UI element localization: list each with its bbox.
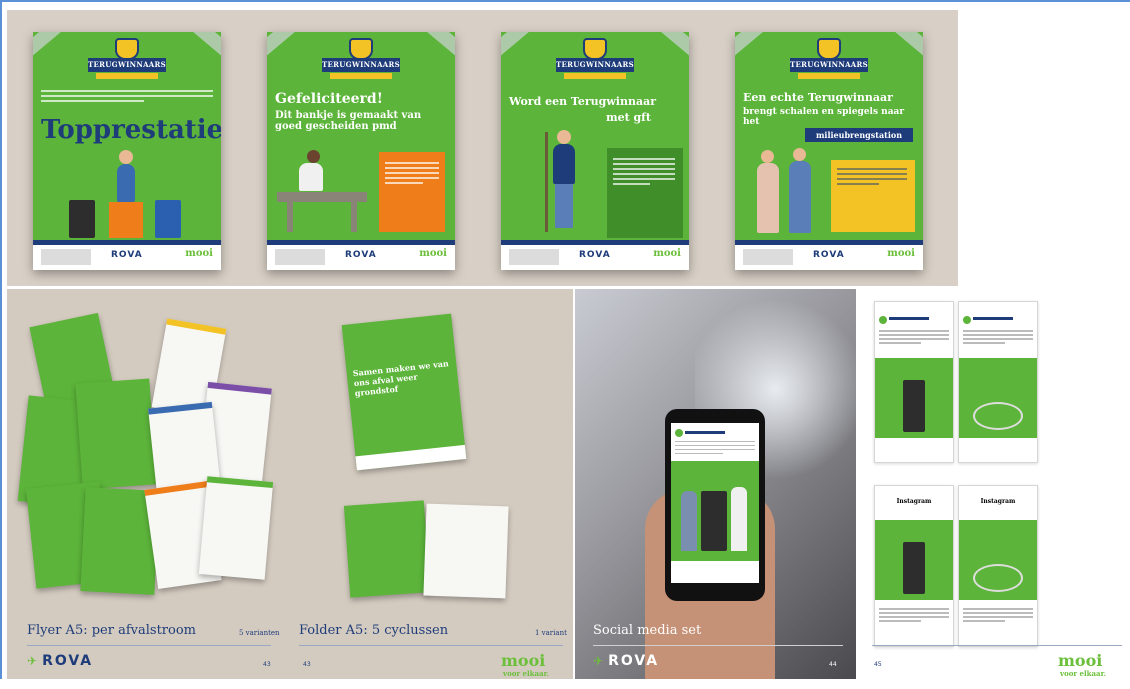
badge-label: TERUGWINNAARS	[88, 58, 166, 72]
poster-subtitle: brengt schalen en spiegels naar het	[743, 107, 905, 127]
social-posts-panel: Instagram Instagram 45 mooivoor elkaar.	[858, 289, 1130, 679]
flyer-caption: Flyer A5: per afvalstroom	[27, 623, 196, 638]
person-head	[119, 150, 133, 164]
flyer-variants: 5 varianten	[239, 629, 280, 637]
poster-headline: Word een Terugwinnaar	[509, 95, 657, 108]
bicycle	[973, 402, 1023, 430]
person-body	[117, 164, 135, 202]
podium	[109, 202, 143, 238]
person-head	[793, 148, 806, 161]
mooi-logo: mooivoor elkaar.	[1058, 651, 1107, 678]
folder-caption: Folder A5: 5 cyclussen	[299, 623, 449, 638]
flyer	[75, 378, 157, 490]
post-image	[671, 461, 759, 561]
trophy-icon	[349, 38, 373, 60]
page-number: 43	[303, 661, 311, 668]
print-panel: Samen maken we van ons afval weer gronds…	[7, 289, 573, 679]
poster-footer: ROVA mooi	[501, 240, 689, 270]
poster-subtitle: Dit bankje is gemaakt van goed gescheide…	[275, 110, 422, 132]
waste-bin	[701, 491, 727, 551]
info-block	[379, 152, 445, 232]
info-block	[607, 148, 683, 238]
person-body	[553, 144, 575, 184]
rova-logo: ROVA	[111, 250, 143, 260]
social-caption: Social media set	[593, 623, 702, 638]
page-number: 45	[874, 661, 882, 668]
folder-title: Samen maken we van ons afval weer gronds…	[352, 358, 450, 399]
terugwinnaars-logo: TERUGWINNAARS	[790, 38, 868, 84]
posters-panel: TERUGWINNAARS Topprestatie ROVA mooi TER…	[7, 10, 958, 286]
poster-subtitle: met gft	[605, 111, 651, 124]
poster-headline: Een echte Terugwinnaar	[743, 91, 893, 104]
info-block	[831, 160, 915, 232]
person-head	[761, 150, 774, 163]
folder-open-left	[343, 500, 431, 598]
rova-logo: ✈ ROVA	[593, 653, 660, 669]
trophy-icon	[583, 38, 607, 60]
poster-footer: ROVA mooi	[735, 240, 923, 270]
trophy-icon	[817, 38, 841, 60]
poster-gft: TERUGWINNAARS Word een Terugwinnaar met …	[501, 32, 689, 270]
phone-panel: Social media set ✈ ROVA 44	[575, 289, 856, 679]
person-body	[757, 163, 779, 233]
tape	[33, 32, 67, 58]
poster-headline: Gefeliciteerd!	[275, 91, 383, 107]
poster-bankje: TERUGWINNAARS Gefeliciteerd! Dit bankje …	[267, 32, 455, 270]
mooi-logo: mooivoor elkaar.	[501, 651, 550, 678]
tape	[187, 32, 221, 58]
instagram-post: Instagram	[958, 485, 1038, 647]
poster-footer: ROVA mooi	[267, 240, 455, 270]
poster-footer: ROVA mooi	[33, 240, 221, 270]
top-border	[0, 0, 1130, 2]
waste-bin	[69, 200, 95, 238]
rova-bird-icon: ✈	[27, 654, 40, 668]
smartphone	[665, 409, 765, 601]
facebook-post	[958, 301, 1038, 463]
page-number: 44	[829, 661, 837, 668]
left-border	[0, 0, 2, 679]
flyer-back	[198, 476, 274, 580]
terugwinnaars-logo: TERUGWINNAARS	[88, 38, 166, 84]
person-head	[557, 130, 571, 144]
spade	[545, 132, 548, 232]
poster-topprestatie: TERUGWINNAARS Topprestatie ROVA mooi	[33, 32, 221, 270]
station-sign: milieubrengstation	[805, 128, 913, 142]
folder-cover: Samen maken we van ons afval weer gronds…	[341, 313, 467, 471]
person-body	[789, 161, 811, 233]
person-body	[299, 163, 323, 191]
bench	[277, 192, 367, 202]
poster-milieubrengstation: TERUGWINNAARS Een echte Terugwinnaar bre…	[735, 32, 923, 270]
body-text	[41, 90, 213, 105]
phone-screen	[671, 423, 759, 583]
terugwinnaars-logo: TERUGWINNAARS	[322, 38, 400, 84]
mooi-logo: mooi	[185, 248, 213, 259]
folder-open-right	[423, 503, 509, 599]
facebook-post	[874, 301, 954, 463]
folder-variants: 1 variant	[535, 629, 567, 637]
rova-logo: ✈ ROVA	[27, 653, 94, 669]
waste-bin	[155, 200, 181, 238]
person-head	[307, 150, 320, 163]
terugwinnaars-logo: TERUGWINNAARS	[556, 38, 634, 84]
page-number: 43	[263, 661, 271, 668]
trophy-icon	[115, 38, 139, 60]
instagram-post: Instagram	[874, 485, 954, 647]
poster-title: Topprestatie	[41, 115, 221, 145]
